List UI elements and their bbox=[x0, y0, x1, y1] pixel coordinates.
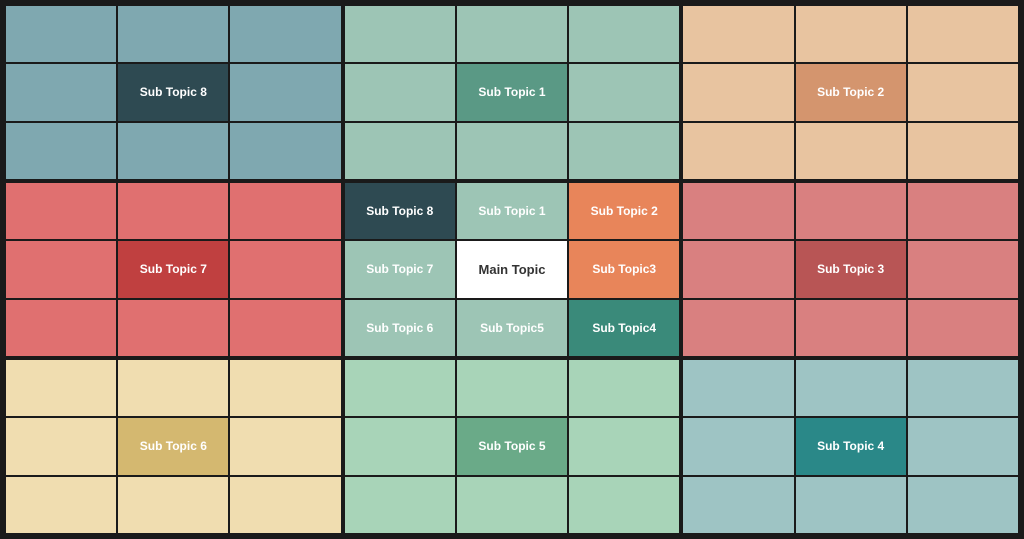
cell bbox=[345, 477, 455, 533]
cell bbox=[230, 300, 340, 356]
cell bbox=[683, 64, 793, 120]
cell bbox=[683, 418, 793, 474]
panel-subtopic3: Sub Topic 3 bbox=[683, 183, 1018, 356]
cell bbox=[457, 123, 567, 179]
cell bbox=[230, 241, 340, 297]
center-subtopic3: Sub Topic3 bbox=[569, 241, 679, 297]
cell bbox=[683, 183, 793, 239]
cell bbox=[569, 418, 679, 474]
center-subtopic5: Sub Topic5 bbox=[457, 300, 567, 356]
cell bbox=[118, 183, 228, 239]
panel-subtopic7: Sub Topic 7 bbox=[6, 183, 341, 356]
cell bbox=[6, 123, 116, 179]
cell bbox=[569, 477, 679, 533]
cell bbox=[6, 6, 116, 62]
subtopic6-label: Sub Topic 6 bbox=[118, 418, 228, 474]
cell bbox=[683, 241, 793, 297]
mind-map-grid: Sub Topic 8 Sub Topic 1 Sub Topic 2 Su bbox=[2, 2, 1022, 537]
cell bbox=[569, 6, 679, 62]
panel-subtopic8: Sub Topic 8 bbox=[6, 6, 341, 179]
subtopic1-label: Sub Topic 1 bbox=[457, 64, 567, 120]
cell bbox=[683, 300, 793, 356]
subtopic2-label: Sub Topic 2 bbox=[796, 64, 906, 120]
subtopic5-label: Sub Topic 5 bbox=[457, 418, 567, 474]
cell bbox=[118, 6, 228, 62]
subtopic7-label: Sub Topic 7 bbox=[118, 241, 228, 297]
cell bbox=[796, 300, 906, 356]
center-maintopic: Main Topic bbox=[457, 241, 567, 297]
panel-subtopic6: Sub Topic 6 bbox=[6, 360, 341, 533]
cell bbox=[230, 418, 340, 474]
cell bbox=[345, 64, 455, 120]
panel-subtopic1: Sub Topic 1 bbox=[345, 6, 680, 179]
cell bbox=[796, 360, 906, 416]
cell bbox=[230, 183, 340, 239]
cell bbox=[796, 6, 906, 62]
cell bbox=[796, 183, 906, 239]
cell bbox=[118, 300, 228, 356]
cell bbox=[6, 360, 116, 416]
panel-subtopic5: Sub Topic 5 bbox=[345, 360, 680, 533]
center-subtopic4: Sub Topic4 bbox=[569, 300, 679, 356]
cell bbox=[908, 300, 1018, 356]
center-subtopic7: Sub Topic 7 bbox=[345, 241, 455, 297]
cell bbox=[908, 477, 1018, 533]
cell bbox=[6, 183, 116, 239]
panel-subtopic4: Sub Topic 4 bbox=[683, 360, 1018, 533]
cell bbox=[230, 64, 340, 120]
cell bbox=[796, 123, 906, 179]
cell bbox=[345, 123, 455, 179]
cell bbox=[683, 6, 793, 62]
panel-subtopic2: Sub Topic 2 bbox=[683, 6, 1018, 179]
cell bbox=[230, 123, 340, 179]
center-subtopic6: Sub Topic 6 bbox=[345, 300, 455, 356]
cell bbox=[230, 477, 340, 533]
cell bbox=[569, 360, 679, 416]
cell bbox=[230, 6, 340, 62]
cell bbox=[569, 123, 679, 179]
cell bbox=[908, 123, 1018, 179]
cell bbox=[457, 477, 567, 533]
cell bbox=[345, 360, 455, 416]
cell bbox=[118, 123, 228, 179]
cell bbox=[908, 183, 1018, 239]
subtopic3-label: Sub Topic 3 bbox=[796, 241, 906, 297]
center-subtopic8: Sub Topic 8 bbox=[345, 183, 455, 239]
cell bbox=[569, 64, 679, 120]
cell bbox=[457, 6, 567, 62]
cell bbox=[230, 360, 340, 416]
subtopic4-label: Sub Topic 4 bbox=[796, 418, 906, 474]
cell bbox=[345, 418, 455, 474]
cell bbox=[6, 477, 116, 533]
cell bbox=[683, 360, 793, 416]
cell bbox=[345, 6, 455, 62]
cell bbox=[683, 123, 793, 179]
center-subtopic1: Sub Topic 1 bbox=[457, 183, 567, 239]
cell bbox=[457, 360, 567, 416]
cell bbox=[6, 300, 116, 356]
cell bbox=[6, 241, 116, 297]
cell bbox=[118, 477, 228, 533]
subtopic8-label: Sub Topic 8 bbox=[118, 64, 228, 120]
cell bbox=[908, 360, 1018, 416]
panel-center: Sub Topic 8 Sub Topic 1 Sub Topic 2 Sub … bbox=[345, 183, 680, 356]
cell bbox=[796, 477, 906, 533]
cell bbox=[908, 64, 1018, 120]
center-subtopic2: Sub Topic 2 bbox=[569, 183, 679, 239]
cell bbox=[683, 477, 793, 533]
cell bbox=[6, 64, 116, 120]
cell bbox=[6, 418, 116, 474]
cell bbox=[908, 6, 1018, 62]
cell bbox=[908, 241, 1018, 297]
cell bbox=[908, 418, 1018, 474]
cell bbox=[118, 360, 228, 416]
